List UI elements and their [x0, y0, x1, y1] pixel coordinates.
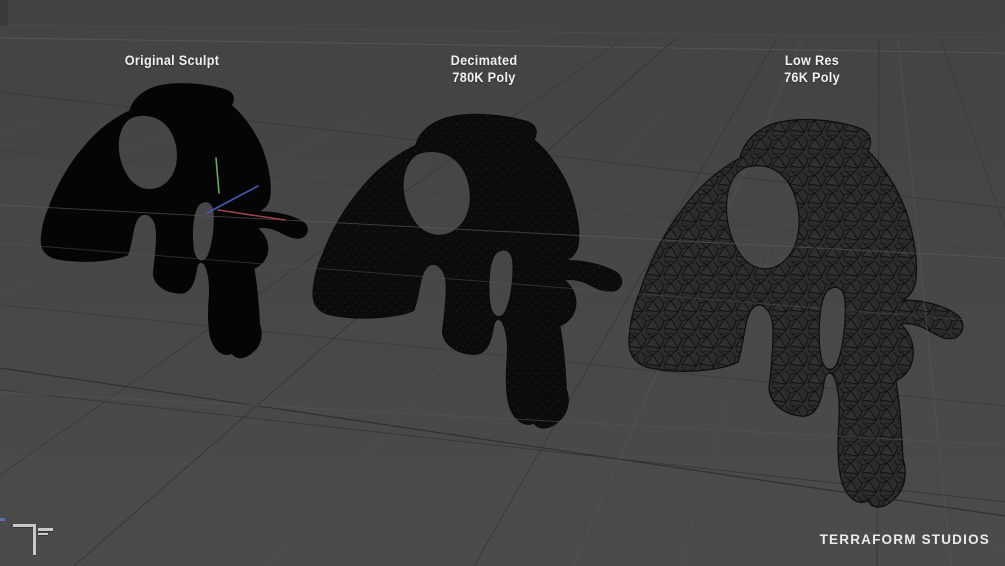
label-polycount: 780K Poly: [452, 70, 516, 85]
model-original-sculpt[interactable]: [40, 83, 308, 359]
label-original-sculpt: Original Sculpt: [125, 52, 219, 69]
model-low-res[interactable]: [628, 118, 964, 508]
edge-marker: [0, 518, 5, 521]
label-decimated: Decimated 780K Poly: [451, 52, 518, 86]
terraform-logo-icon: [0, 0, 70, 555]
label-polycount: 76K Poly: [784, 70, 840, 85]
label-low-res: Low Res 76K Poly: [784, 52, 840, 86]
label-title: Decimated: [450, 53, 518, 68]
label-title: Original Sculpt: [124, 53, 220, 68]
studio-watermark: TERRAFORM STUDIOS: [819, 532, 990, 547]
label-title: Low Res: [784, 53, 840, 68]
3d-viewport-window: Original Sculpt Decimated 780K Poly Low …: [0, 0, 1005, 566]
